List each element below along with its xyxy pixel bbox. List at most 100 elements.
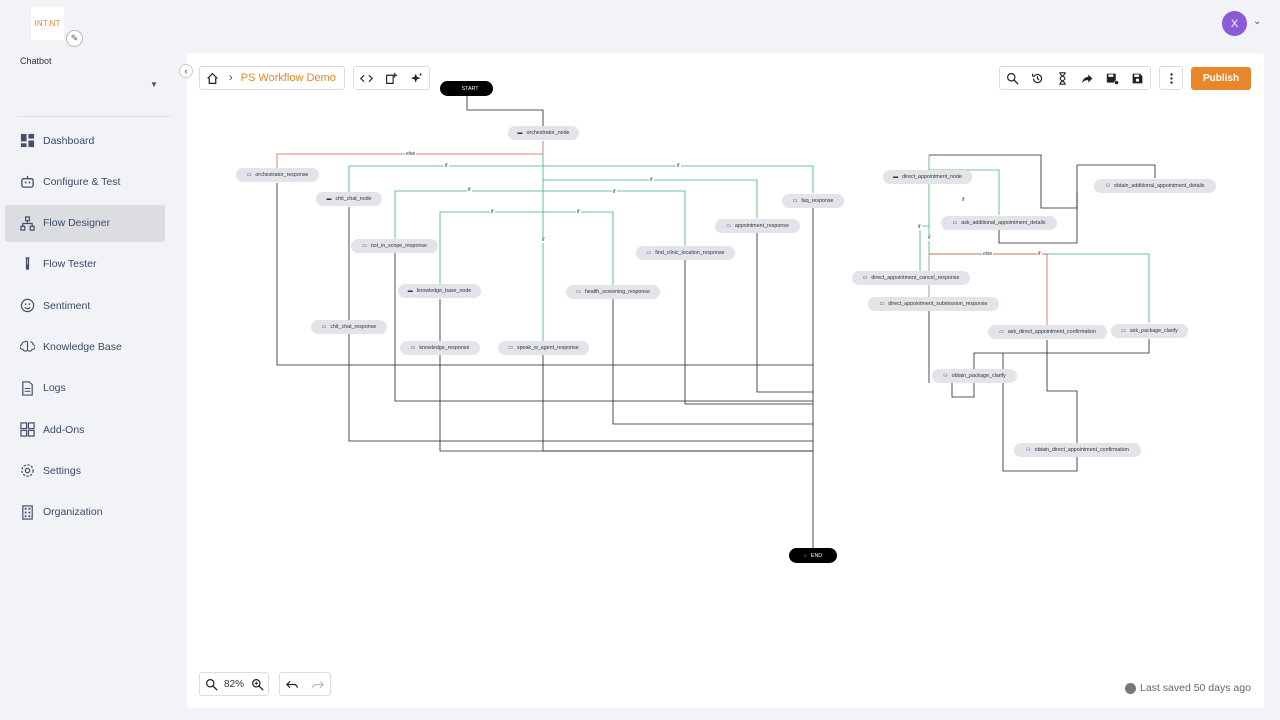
- edge-label-if: if: [676, 163, 681, 169]
- share-icon[interactable]: [1075, 67, 1100, 89]
- nav-item-flow-designer[interactable]: Flow Designer: [5, 204, 165, 242]
- zoom-level: 82%: [224, 678, 245, 690]
- zoom-controls: 82%: [199, 672, 270, 696]
- code-icon[interactable]: [354, 67, 379, 89]
- nav-label: Knowledge Base: [43, 340, 122, 353]
- more-vertical-icon[interactable]: [1160, 67, 1182, 89]
- direct-appointment-submission-response-node[interactable]: ▭ direct_appointment_submission_response: [868, 297, 999, 311]
- canvas-actions: [999, 66, 1151, 90]
- edge-label-if: if: [612, 189, 617, 195]
- nav-item-configure-test[interactable]: Configure & Test: [5, 163, 165, 200]
- home-icon: ⌂: [454, 85, 458, 92]
- save-as-icon[interactable]: [1100, 67, 1125, 89]
- nav-label: Logs: [43, 382, 66, 395]
- knowledge-base-node[interactable]: ▬ knowledge_base_node: [398, 284, 481, 298]
- message-icon: ▭: [410, 345, 416, 351]
- collapse-sidebar-icon[interactable]: ‹: [179, 64, 193, 78]
- nav-item-settings[interactable]: Settings: [5, 452, 165, 489]
- edge-label-if: if: [649, 177, 654, 183]
- node-type-icon: ▬: [893, 174, 899, 180]
- user-input-icon: ⚇: [1105, 183, 1111, 189]
- node-type-icon: ▬: [517, 130, 523, 136]
- edit-logo-icon[interactable]: ✎: [66, 30, 83, 47]
- edge-label-if: if: [444, 163, 449, 169]
- stop-icon: ■: [803, 552, 807, 559]
- nav-item-logs[interactable]: Logs: [5, 370, 165, 407]
- message-icon: ▭: [362, 243, 367, 249]
- message-icon: ▭: [792, 198, 798, 204]
- redo-icon[interactable]: [305, 673, 330, 695]
- direct-appointment-cancel-response-node[interactable]: ▭ direct_appointment_cancel_response: [852, 271, 970, 285]
- ask-direct-appointment-confirmation-node[interactable]: ▭ ask_direct_appointment_confirmation: [988, 325, 1107, 339]
- undo-icon[interactable]: [280, 673, 305, 695]
- knowledge-response-node[interactable]: ▭ knowledge_response: [400, 341, 480, 355]
- breadcrumb: › PS Workflow Demo: [199, 66, 345, 90]
- save-icon[interactable]: [1125, 67, 1150, 89]
- node-label: direct_appointment_submission_response: [888, 301, 988, 307]
- node-label: ask_package_clarify: [1129, 328, 1178, 334]
- node-label: END: [810, 552, 823, 559]
- find-clinic-location-response-node[interactable]: ▭ find_clinic_location_response: [636, 246, 735, 260]
- node-type-icon: ▬: [407, 288, 413, 294]
- message-icon: ▭: [246, 172, 252, 178]
- not-in-scope-response-node[interactable]: ▭ not_in_scope_response: [351, 239, 438, 253]
- user-input-icon: ⚇: [1026, 447, 1031, 453]
- breadcrumb-current[interactable]: PS Workflow Demo: [237, 72, 344, 84]
- nav-item-add-ons[interactable]: Add-Ons: [5, 411, 165, 448]
- hourglass-icon[interactable]: [1050, 67, 1075, 89]
- history-controls: [279, 672, 331, 696]
- obtain-package-clarify-node[interactable]: ⚇ obtain_package_clarify: [932, 369, 1017, 383]
- nav-item-organization[interactable]: Organization: [5, 494, 165, 531]
- nav-menu: Dashboard Configure & Test Flow Designer…: [5, 122, 165, 535]
- message-icon: ▭: [576, 289, 581, 295]
- add-node-icon[interactable]: [379, 67, 404, 89]
- message-icon: ▭: [999, 329, 1004, 335]
- edge-label-if: if: [927, 235, 932, 241]
- orchestrator-response-node[interactable]: ▭ orchestrator_response: [236, 168, 319, 182]
- edge-label-if: if: [467, 187, 472, 193]
- publish-button[interactable]: Publish: [1191, 67, 1251, 90]
- ask-additional-appointment-details-node[interactable]: ▭ ask_additional_appointment_details: [941, 216, 1057, 230]
- home-icon[interactable]: [200, 67, 225, 89]
- nav-item-sentiment[interactable]: Sentiment: [5, 287, 165, 324]
- building-icon: [20, 505, 35, 520]
- appointment-response-node[interactable]: ▭ appointment_response: [715, 219, 800, 233]
- nav-item-knowledge-base[interactable]: Knowledge Base: [5, 328, 165, 365]
- avatar[interactable]: X: [1222, 11, 1247, 36]
- direct-appointment-node[interactable]: ▬ direct_appointment_node: [883, 170, 972, 184]
- edge-label-else: else: [982, 251, 994, 257]
- node-label: ask_direct_appointment_confirmation: [1007, 329, 1096, 335]
- last-saved-text: Last saved 50 days ago: [1140, 682, 1251, 694]
- editor-tools: [353, 66, 430, 90]
- message-icon: ▭: [862, 275, 868, 281]
- orchestrator-node[interactable]: ▬ orchestrator_node: [508, 126, 579, 140]
- obtain-additional-appointment-details-node[interactable]: ⚇ obtain_additional_appointment_details: [1094, 179, 1216, 193]
- nav-item-flow-tester[interactable]: Flow Tester: [5, 246, 165, 283]
- zoom-out-icon[interactable]: [200, 673, 222, 695]
- chit-chat-node[interactable]: ▬ chit_chat_node: [316, 192, 382, 206]
- obtain-direct-appointment-confirmation-node[interactable]: ⚇ obtain_direct_appointment_confirmation: [1014, 443, 1141, 457]
- chit-chat-response-node[interactable]: ▭ chit_chat_response: [311, 320, 387, 334]
- nav-label: Dashboard: [43, 134, 95, 147]
- node-label: faq_response: [801, 198, 834, 204]
- sidebar-divider: [17, 116, 170, 117]
- chevron-down-icon[interactable]: ⌄: [1253, 16, 1261, 27]
- node-label: knowledge_base_node: [416, 288, 472, 294]
- end-node[interactable]: ■ END: [789, 548, 837, 563]
- zoom-in-icon[interactable]: [246, 673, 268, 695]
- health-screening-response-node[interactable]: ▭ health_screening_response: [566, 285, 660, 299]
- sparkle-icon[interactable]: [404, 67, 429, 89]
- test-tube-icon: [20, 257, 35, 272]
- chevron-right-icon: ›: [229, 72, 233, 84]
- flow-canvas[interactable]: else if if if if if if if if if if if el…: [187, 53, 1264, 708]
- history-icon[interactable]: [1025, 67, 1050, 89]
- faq-response-node[interactable]: ▭ faq_response: [782, 194, 844, 208]
- nav-item-dashboard[interactable]: Dashboard: [5, 122, 165, 159]
- start-node[interactable]: ⌂ START: [440, 81, 493, 96]
- chatbot-select-caret-icon[interactable]: ▼: [150, 80, 158, 89]
- speak-w-agent-response-node[interactable]: ▭ speak_w_agent_response: [498, 341, 589, 355]
- brand-logo: INT:NT: [31, 7, 64, 40]
- ask-package-clarify-node[interactable]: ▭ ask_package_clarify: [1111, 324, 1188, 338]
- search-icon[interactable]: [1000, 67, 1025, 89]
- node-label: chit_chat_node: [335, 196, 372, 202]
